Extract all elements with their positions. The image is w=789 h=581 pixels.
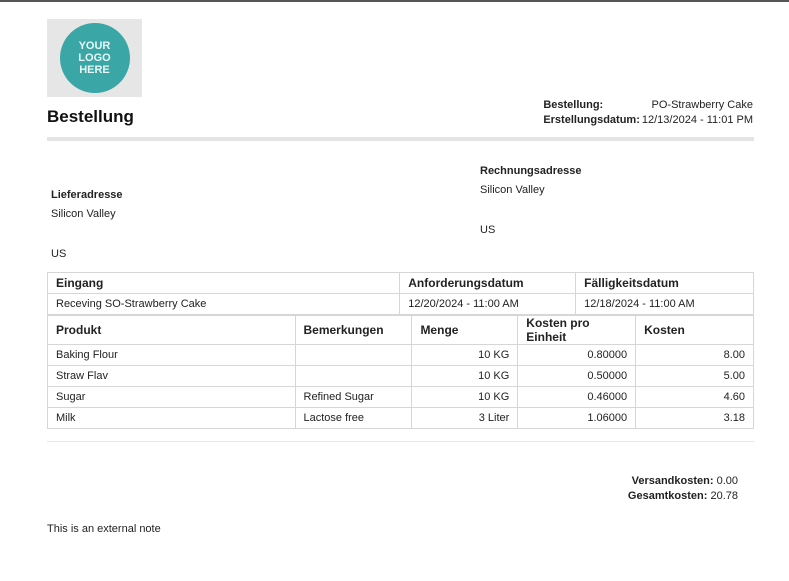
shipping-cost-label: Versandkosten:	[631, 475, 714, 487]
product-remark: Refined Sugar	[294, 386, 413, 408]
product-unit-cost: 1.06000	[517, 407, 637, 429]
receipt-row: Receving SO-Strawberry Cake 12/20/2024 -…	[46, 293, 754, 315]
billing-address: Rechnungsadresse Silicon Valley US	[480, 165, 581, 237]
total-cost-value: 20.78	[710, 490, 738, 502]
totals-block: Versandkosten: 0.00 Gesamtkosten: 20.78	[628, 474, 738, 504]
receipt-table: Eingang Anforderungsdatum Fälligkeitsdat…	[46, 272, 754, 315]
product-remark: Lactose free	[294, 407, 413, 429]
products-header-cell: Produkt	[47, 315, 296, 345]
products-table: Produkt Bemerkungen Menge Kosten pro Ein…	[47, 315, 754, 429]
products-header-cell: Kosten	[635, 315, 754, 345]
products-header-row: Produkt Bemerkungen Menge Kosten pro Ein…	[47, 315, 754, 345]
product-remark	[294, 365, 413, 387]
order-number-value: PO-Strawberry Cake	[651, 99, 753, 111]
receipt-cell: 12/20/2024 - 11:00 AM	[399, 293, 577, 315]
shipping-address-line1: Silicon Valley	[51, 208, 116, 220]
product-cost: 8.00	[635, 344, 754, 366]
created-date-label: Erstellungsdatum:	[543, 114, 640, 126]
product-name: Milk	[47, 407, 296, 429]
shipping-cost-row: Versandkosten: 0.00	[628, 474, 738, 489]
document-title: Bestellung	[47, 107, 134, 126]
receipt-header-cell: Anforderungsdatum	[399, 272, 577, 294]
product-name: Baking Flour	[47, 344, 296, 366]
receipt-cell: 12/18/2024 - 11:00 AM	[575, 293, 754, 315]
product-remark	[294, 344, 413, 366]
billing-address-line1: Silicon Valley	[480, 184, 545, 196]
order-number-row: Bestellung: PO-Strawberry Cake	[543, 98, 753, 113]
receipt-header-row: Eingang Anforderungsdatum Fälligkeitsdat…	[46, 272, 754, 294]
product-quantity: 10 KG	[411, 386, 519, 408]
order-meta: Bestellung: PO-Strawberry Cake Erstellun…	[543, 98, 753, 128]
top-border	[0, 0, 789, 2]
receipt-header-cell: Fälligkeitsdatum	[575, 272, 754, 294]
products-header-cell: Kosten pro Einheit	[517, 315, 637, 345]
billing-address-heading: Rechnungsadresse	[480, 165, 582, 177]
shipping-address-heading: Lieferadresse	[51, 189, 123, 201]
product-cost: 4.60	[635, 386, 754, 408]
logo-placeholder: YOUR LOGO HERE	[59, 23, 130, 93]
company-logo: YOUR LOGO HERE	[47, 19, 142, 97]
billing-address-country: US	[480, 224, 496, 236]
billing-address-line2	[480, 197, 581, 223]
shipping-address-line2	[51, 221, 123, 247]
receipt-cell: Receving SO-Strawberry Cake	[46, 293, 401, 315]
totals-divider	[47, 441, 754, 442]
shipping-address-country: US	[51, 248, 67, 260]
product-cost: 3.18	[635, 407, 754, 429]
shipping-address: Lieferadresse Silicon Valley US	[51, 189, 123, 261]
external-note: This is an external note	[47, 523, 161, 535]
product-quantity: 10 KG	[411, 365, 519, 387]
product-cost: 5.00	[635, 365, 754, 387]
table-row: Sugar Refined Sugar 10 KG 0.46000 4.60	[47, 386, 754, 408]
product-quantity: 10 KG	[411, 344, 519, 366]
table-row: Baking Flour 10 KG 0.80000 8.00	[47, 344, 754, 366]
product-unit-cost: 0.46000	[517, 386, 637, 408]
product-unit-cost: 0.80000	[517, 344, 637, 366]
products-header-cell: Menge	[411, 315, 519, 345]
created-date-row: Erstellungsdatum: 12/13/2024 - 11:01 PM	[543, 113, 753, 128]
total-cost-row: Gesamtkosten: 20.78	[628, 489, 738, 504]
product-name: Sugar	[47, 386, 296, 408]
created-date-value: 12/13/2024 - 11:01 PM	[641, 114, 753, 126]
order-number-label: Bestellung:	[543, 99, 604, 111]
header-divider	[47, 137, 754, 141]
product-quantity: 3 Liter	[411, 407, 519, 429]
shipping-cost-value: 0.00	[716, 475, 738, 487]
table-row: Milk Lactose free 3 Liter 1.06000 3.18	[47, 407, 754, 429]
product-unit-cost: 0.50000	[517, 365, 637, 387]
product-name: Straw Flav	[47, 365, 296, 387]
table-row: Straw Flav 10 KG 0.50000 5.00	[47, 365, 754, 387]
receipt-header-cell: Eingang	[46, 272, 401, 294]
products-header-cell: Bemerkungen	[294, 315, 413, 345]
total-cost-label: Gesamtkosten:	[627, 490, 708, 502]
